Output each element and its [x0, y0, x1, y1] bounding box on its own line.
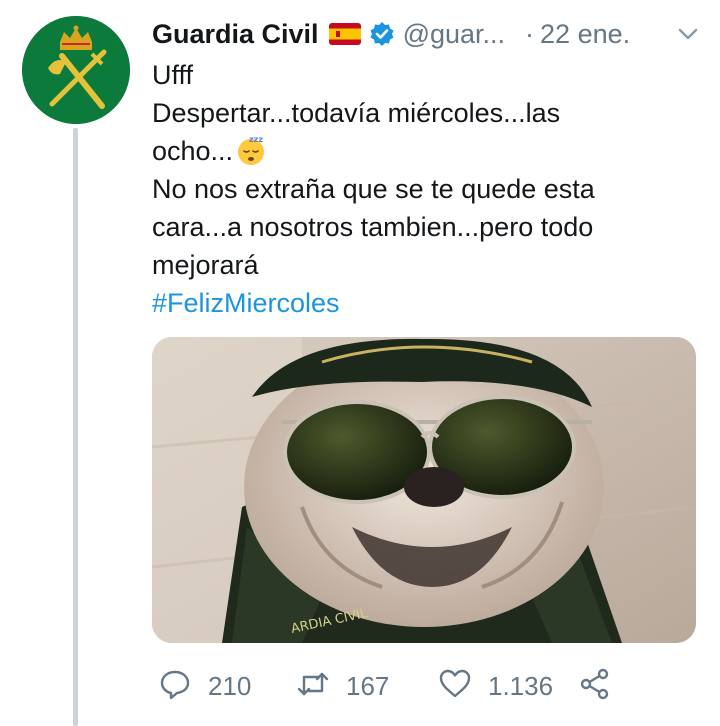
tweet-line: ocho... zzz — [152, 132, 672, 170]
sleeping-face-emoji: zzz — [235, 134, 267, 166]
tweet-line: Ufff — [152, 60, 194, 90]
tweet-line: mejorará — [152, 250, 259, 280]
tweet-photo[interactable]: ARDIA CIVIL — [152, 337, 696, 643]
tweet-header: Guardia Civil @guar... · 22 ene. — [152, 14, 700, 54]
svg-text:zzz: zzz — [249, 135, 263, 144]
thread-line — [73, 128, 78, 726]
like-button[interactable]: 1.136 — [438, 664, 553, 708]
tweet-line: No nos extraña que se te quede esta — [152, 174, 595, 204]
hashtag-link[interactable]: #FelizMiercoles — [152, 284, 672, 322]
reply-icon — [158, 667, 192, 706]
verified-badge-icon — [369, 21, 395, 47]
avatar[interactable] — [22, 16, 130, 124]
retweet-count: 167 — [346, 670, 390, 701]
tweet-line: Despertar...todavía miércoles...las — [152, 98, 561, 128]
tweet-timestamp[interactable]: 22 ene. — [540, 19, 630, 50]
tweet-actions: 210 167 1.136 — [152, 664, 692, 708]
tweet-line-text: ocho... — [152, 136, 234, 166]
heart-icon — [438, 667, 472, 706]
retweet-button[interactable]: 167 — [296, 664, 389, 708]
author-name[interactable]: Guardia Civil — [152, 19, 319, 50]
retweet-icon — [296, 667, 330, 706]
reply-count: 210 — [208, 670, 252, 701]
spain-flag-icon — [328, 23, 361, 45]
share-button[interactable] — [578, 664, 612, 708]
tweet-text: Ufff Despertar...todavía miércoles...las… — [152, 56, 672, 322]
share-icon — [578, 667, 612, 706]
tweet-line: cara...a nosotros tambien...pero todo — [152, 212, 594, 242]
bulldog-photo: ARDIA CIVIL — [152, 337, 696, 643]
separator-dot: · — [525, 18, 535, 49]
reply-button[interactable]: 210 — [158, 664, 251, 708]
author-handle[interactable]: @guar... — [403, 19, 505, 50]
guardia-civil-emblem — [22, 16, 130, 124]
chevron-down-icon[interactable] — [676, 22, 700, 46]
like-count: 1.136 — [488, 670, 554, 701]
